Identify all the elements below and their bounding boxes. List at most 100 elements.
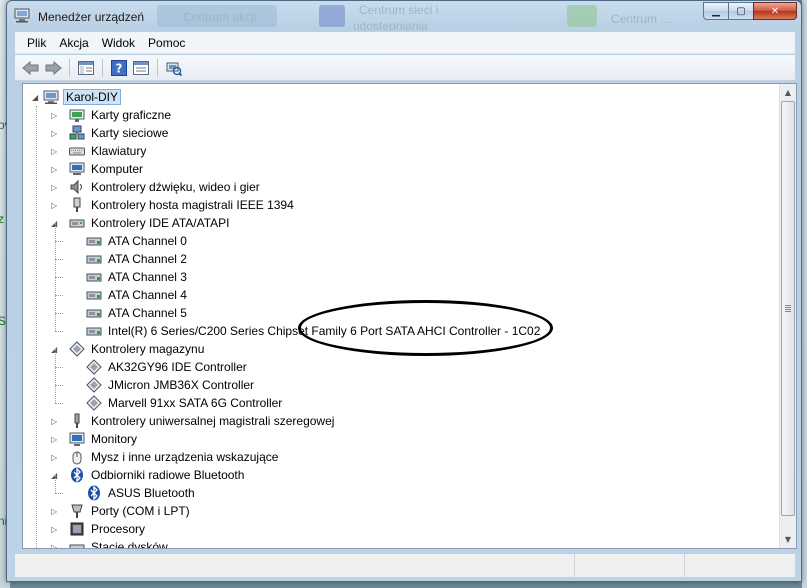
tree-category[interactable]: ▷ Porty (COM i LPT) xyxy=(51,502,192,520)
properties-button[interactable] xyxy=(130,57,152,79)
network-adapter-icon xyxy=(69,125,85,141)
tree-device-label: ATA Channel 5 xyxy=(108,306,187,320)
tree-device[interactable]: JMicron JMB36X Controller xyxy=(86,376,256,394)
scroll-down-icon: ▼ xyxy=(784,535,792,544)
tree-device[interactable]: AK32GY96 IDE Controller xyxy=(86,358,249,376)
expand-toggle-icon[interactable]: ◢ xyxy=(32,93,41,102)
ghost-text: Centrum sieci i xyxy=(359,3,439,17)
grip-icon xyxy=(785,305,791,312)
ide-channel-icon xyxy=(86,233,102,249)
toolbar-separator xyxy=(102,58,103,77)
tree-category[interactable]: ◢ Odbiorniki radiowe Bluetooth xyxy=(51,466,246,484)
tree-category-label: Stacje dysków xyxy=(91,540,168,549)
tree-category-label: Procesory xyxy=(91,522,146,536)
device-manager-icon xyxy=(14,8,30,23)
tree-category[interactable]: ▷ Monitory xyxy=(51,430,139,448)
tree-guide xyxy=(55,259,63,260)
tree-device-label: ATA Channel 3 xyxy=(108,270,187,284)
scroll-up-icon: ▲ xyxy=(784,88,792,97)
port-icon xyxy=(69,503,85,519)
status-cell xyxy=(575,554,685,577)
tree-category[interactable]: ▷ Kontrolery uniwersalnej magistrali szer… xyxy=(51,412,336,430)
scan-hardware-button[interactable] xyxy=(163,57,185,79)
tree-guide xyxy=(55,277,56,295)
tree-category[interactable]: ◢ Kontrolery magazynu xyxy=(51,340,206,358)
tree-category[interactable]: ▷ Klawiatury xyxy=(51,142,148,160)
expand-toggle-icon[interactable]: ▷ xyxy=(51,129,60,138)
maximize-button[interactable]: ▢ xyxy=(728,2,754,20)
storage-controller-icon xyxy=(69,341,85,357)
ide-channel-icon xyxy=(86,287,102,303)
storage-controller-icon xyxy=(86,359,102,375)
expand-toggle-icon[interactable]: ▷ xyxy=(51,183,60,192)
toolbar: ? xyxy=(15,55,795,81)
tree-category[interactable]: ▷ Kontrolery dźwięku, wideo i gier xyxy=(51,178,262,196)
sound-icon xyxy=(69,179,85,195)
tree-category[interactable]: ▷ Stacje dysków xyxy=(51,538,170,549)
console-tree-icon xyxy=(78,60,94,75)
device-tree[interactable]: ◢ Karol-DIY ▷ Karty graficzne ▷ Karty sieciow… xyxy=(22,83,797,549)
help-button[interactable]: ? xyxy=(108,57,130,79)
expand-toggle-icon[interactable]: ▷ xyxy=(51,543,60,548)
tree-category-label: Monitory xyxy=(91,432,138,446)
menu-plik[interactable]: Plik xyxy=(21,34,52,52)
ide-channel-icon xyxy=(86,269,102,285)
tree-category[interactable]: ▷ Kontrolery hosta magistrali IEEE 1394 xyxy=(51,196,296,214)
tree-device-label: JMicron JMB36X Controller xyxy=(108,378,255,392)
tree-category-label: Kontrolery dźwięku, wideo i gier xyxy=(91,180,260,194)
expand-toggle-icon[interactable]: ▷ xyxy=(51,453,60,462)
tree-device[interactable]: Marvell 91xx SATA 6G Controller xyxy=(86,394,284,412)
toolbar-separator xyxy=(157,58,158,77)
tree-category-label: Kontrolery uniwersalnej magistrali szere… xyxy=(91,414,335,428)
minimize-icon: ▁ xyxy=(712,5,720,17)
tree-device-label: Marvell 91xx SATA 6G Controller xyxy=(108,396,283,410)
tree-category[interactable]: ▷ Karty graficzne xyxy=(51,106,173,124)
tree-guide xyxy=(55,313,56,331)
vertical-scrollbar[interactable]: ▲ ▼ xyxy=(779,84,796,548)
expand-toggle-icon[interactable]: ▷ xyxy=(51,147,60,156)
tree-guide xyxy=(55,241,56,259)
tree-category[interactable]: ▷ Karty sieciowe xyxy=(51,124,170,142)
tree-category[interactable]: ▷ Mysz i inne urządzenia wskazujące xyxy=(51,448,280,466)
minimize-button[interactable]: ▁ xyxy=(703,2,729,20)
expand-toggle-icon[interactable]: ▷ xyxy=(51,201,60,210)
menu-widok[interactable]: Widok xyxy=(96,34,141,52)
expand-toggle-icon[interactable]: ▷ xyxy=(51,435,60,444)
tree-device[interactable]: ATA Channel 3 xyxy=(86,268,189,286)
menu-akcja[interactable]: Akcja xyxy=(53,34,94,52)
scroll-down-button[interactable]: ▼ xyxy=(780,531,796,548)
tree-device[interactable]: ATA Channel 5 xyxy=(86,304,189,322)
ghost-text: udostępniania xyxy=(353,19,428,31)
menu-pomoc[interactable]: Pomoc xyxy=(142,34,191,52)
back-button[interactable] xyxy=(20,57,42,79)
console-tree-button[interactable] xyxy=(75,57,97,79)
tree-category[interactable]: ◢ Kontrolery IDE ATA/ATAPI xyxy=(51,214,232,232)
expand-toggle-icon[interactable]: ▷ xyxy=(51,525,60,534)
tree-category-label: Mysz i inne urządzenia wskazujące xyxy=(91,450,279,464)
tree-device[interactable]: ATA Channel 2 xyxy=(86,250,189,268)
ide-channel-icon xyxy=(86,251,102,267)
tree-guide xyxy=(55,241,63,242)
forward-button[interactable] xyxy=(42,57,64,79)
firewire-icon xyxy=(69,197,85,213)
tree-device[interactable]: ATA Channel 4 xyxy=(86,286,189,304)
tree-category-label: Kontrolery hosta magistrali IEEE 1394 xyxy=(91,198,294,212)
tree-device[interactable]: ATA Channel 0 xyxy=(86,232,189,250)
title-bar[interactable]: Centrum akcji Centrum sieci i udostępnia… xyxy=(7,1,801,31)
scroll-up-button[interactable]: ▲ xyxy=(780,84,796,101)
expand-toggle-icon[interactable]: ▷ xyxy=(51,111,60,120)
mouse-icon xyxy=(69,449,85,465)
expand-toggle-icon[interactable]: ▷ xyxy=(51,507,60,516)
tree-guide xyxy=(55,493,63,494)
monitor-icon xyxy=(69,431,85,447)
tree-device[interactable]: ASUS Bluetooth xyxy=(86,484,197,502)
tree-category[interactable]: ▷ Procesory xyxy=(51,520,147,538)
scroll-thumb[interactable] xyxy=(781,101,795,516)
tree-category[interactable]: ▷ Komputer xyxy=(51,160,145,178)
tree-category-label: Kontrolery IDE ATA/ATAPI xyxy=(91,216,230,230)
tree-device[interactable]: Intel(R) 6 Series/C200 Series Chipset Fa… xyxy=(86,322,542,340)
expand-toggle-icon[interactable]: ▷ xyxy=(51,165,60,174)
close-button[interactable]: ✕ xyxy=(753,2,797,20)
expand-toggle-icon[interactable]: ▷ xyxy=(51,417,60,426)
tree-root[interactable]: ◢ Karol-DIY xyxy=(32,88,122,106)
